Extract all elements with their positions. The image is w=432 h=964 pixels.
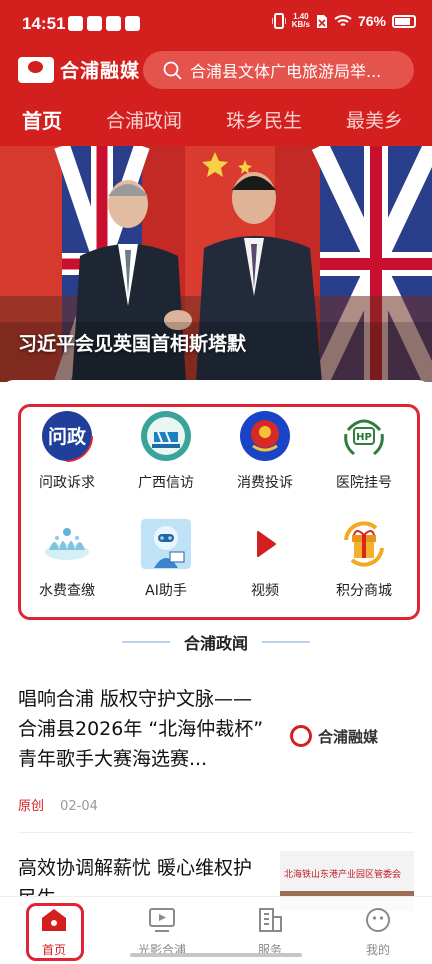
svg-text:问政: 问政: [48, 425, 87, 448]
search-icon: [163, 61, 182, 80]
vibrate-icon: [271, 13, 286, 29]
tab-hepu-news[interactable]: 合浦政闻: [84, 104, 204, 142]
service-label: 水费查缴: [39, 583, 95, 599]
logo-mark-icon: [18, 56, 54, 83]
mail-icon: [87, 16, 102, 31]
search-bar[interactable]: 合浦县文体广电旅游局举...: [143, 51, 414, 89]
consumer-complaint-icon: [239, 410, 291, 462]
play-icon: [239, 518, 291, 570]
news-title[interactable]: 唱响合浦 版权守护文脉——合浦县2026年 “北海仲裁杯” 青年歌手大赛海选赛.…: [18, 684, 270, 774]
petition-icon: [140, 410, 192, 462]
app-logo: 合浦融媒: [18, 56, 140, 83]
smiley-face-icon: [363, 905, 393, 935]
nav-label: 我的: [365, 943, 390, 957]
news-date: 02-04: [60, 799, 98, 814]
battery-icon: [392, 14, 416, 28]
wenzheng-icon: 问政: [41, 410, 93, 462]
app-name: 合浦融媒: [60, 60, 141, 82]
section-divider-right: [262, 641, 310, 643]
thumbnail-logo-text: 合浦融媒: [318, 727, 379, 746]
section-title: 合浦政闻: [183, 634, 248, 653]
hero-caption: 习近平会见英国首相斯塔默: [18, 333, 247, 355]
tab-beautiful-village[interactable]: 最美乡: [324, 104, 425, 142]
service-hospital-register[interactable]: HP 医院挂号: [314, 410, 414, 492]
service-label: 视频: [251, 583, 279, 599]
news-divider: [18, 832, 414, 833]
news-thumbnail[interactable]: 合浦融媒: [290, 716, 412, 756]
tab-livelihood[interactable]: 珠乡民生: [204, 104, 324, 142]
wifi-icon: [334, 15, 352, 26]
status-notification-icons: [68, 16, 140, 31]
tab-home[interactable]: 首页: [0, 104, 84, 142]
news-meta: 原创 02-04: [18, 795, 98, 814]
service-wenzheng[interactable]: 问政 问政诉求: [17, 410, 117, 492]
service-consumer-complaint[interactable]: 消费投诉: [215, 410, 315, 492]
notification-app-icon: [106, 16, 121, 31]
nav-mine[interactable]: 我的: [324, 897, 432, 964]
service-label: AI助手: [145, 583, 187, 599]
service-points-mall[interactable]: 积分商城: [314, 518, 414, 600]
news-tag: 原创: [18, 799, 45, 814]
hero-banner[interactable]: 习近平会见英国首相斯塔默: [0, 146, 432, 382]
service-label: 广西信访: [138, 475, 194, 491]
network-speed: 1.40 KB/s: [291, 12, 310, 29]
gesture-bar: [130, 953, 302, 957]
service-video[interactable]: 视频: [215, 518, 315, 600]
service-guangxi-petition[interactable]: 广西信访: [116, 410, 216, 492]
channel-tabs: 首页 合浦政闻 珠乡民生 最美乡: [0, 104, 432, 142]
svg-text:HP: HP: [356, 432, 372, 443]
status-indicators: 1.40 KB/s 76%: [271, 12, 416, 29]
building-icon: [255, 905, 285, 935]
service-label: 消费投诉: [237, 475, 293, 491]
hospital-icon: HP: [338, 410, 390, 462]
service-label: 医院挂号: [336, 475, 392, 491]
section-divider-left: [121, 641, 170, 643]
notification-app-icon: [68, 16, 83, 31]
ai-robot-icon: [140, 518, 192, 570]
battery-percent: 76%: [357, 13, 386, 29]
search-placeholder: 合浦县文体广电旅游局举...: [190, 62, 382, 81]
video-screen-icon: [147, 905, 177, 935]
status-time: 14:51: [22, 14, 66, 33]
no-sim-icon: [316, 14, 327, 28]
notification-app-icon: [125, 16, 140, 31]
service-label: 积分商城: [336, 583, 392, 599]
service-water-bill[interactable]: 水费查缴: [17, 518, 117, 600]
section-heading: 合浦政闻: [0, 628, 432, 656]
status-bar: 14:51 1.40 KB/s 76%: [0, 0, 432, 50]
water-splash-icon: [41, 518, 93, 570]
nav-home-highlight-frame: [26, 903, 84, 961]
service-label: 问政诉求: [39, 475, 95, 491]
logo-mark-icon: [290, 725, 312, 747]
service-ai-assistant[interactable]: AI助手: [116, 518, 216, 600]
thumbnail-banner-text: 北海铁山东港产业园区管委会: [284, 870, 402, 880]
gift-icon: [338, 518, 390, 570]
